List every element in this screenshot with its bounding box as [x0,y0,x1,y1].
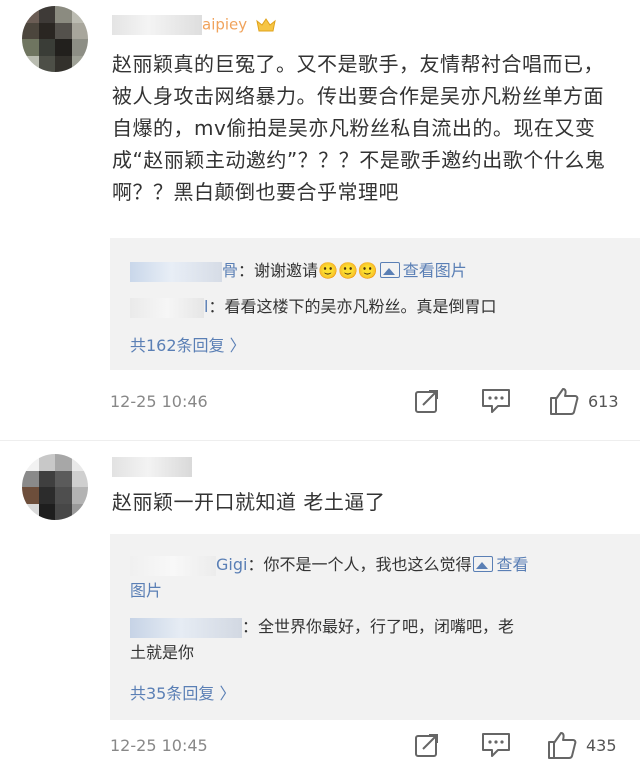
comment-footer: 12-25 10:45 435 [110,730,620,764]
comment-item: aipiey 赵丽颖真的巨冤了。又不是歌手，友情帮衬合唱而已，被人身攻击网络暴力… [0,0,640,430]
more-replies-link[interactable]: 共35条回复 〉 [130,680,235,704]
reply-box[interactable]: Gigi：你不是一个人，我也这么觉得 查看 图片 ：全世界你最好，行了吧，闭嘴吧，… [110,534,640,720]
timestamp: 12-25 10:45 [110,736,208,755]
username-label: aipiey [202,15,248,34]
image-icon [473,556,494,572]
like-count: 435 [586,736,617,755]
thumbs-up-icon[interactable] [546,730,578,764]
reply-item: Gigi：你不是一个人，我也这么觉得 查看 [130,552,626,578]
reply-item-continued: 土就是你 [130,643,195,662]
blurred-name [112,14,202,35]
image-icon [379,262,400,278]
username[interactable] [112,456,192,478]
username[interactable]: aipiey [112,14,277,36]
reply-item: l：看看这楼下的吴亦凡粉丝。真是倒胃口 [130,294,626,320]
blurred-name [130,297,204,318]
timestamp: 12-25 10:46 [110,392,208,411]
divider [0,440,640,441]
reply-box[interactable]: 骨：谢谢邀请🙂🙂🙂 查看图片 l：看看这楼下的吴亦凡粉丝。真是倒胃口 共162条回… [110,238,640,370]
view-image-label: 查看图片 [402,261,467,280]
comment-icon[interactable] [480,386,512,420]
view-image-label: 查看 [496,555,529,574]
like-count: 613 [588,392,619,411]
comment-item: 赵丽颖一开口就知道 老土逼了 Gigi：你不是一个人，我也这么觉得 查看 图片 ：… [0,444,640,763]
avatar[interactable] [22,6,88,72]
comment-text: 赵丽颖真的巨冤了。又不是歌手，友情帮衬合唱而已，被人身攻击网络暴力。传出要合作是… [112,52,606,204]
view-image-link[interactable]: 查看图片 [378,261,467,280]
blurred-name [130,555,216,576]
emoji: 🙂🙂🙂 [318,261,378,280]
comment-icon[interactable] [480,730,512,764]
avatar[interactable] [22,454,88,520]
reply-item: ：全世界你最好，行了吧，闭嘴吧，老 [130,614,626,640]
view-image-label-wrap[interactable]: 图片 [130,581,162,600]
blurred-name [112,456,192,477]
reply-text: ：看看这楼下的吴亦凡粉丝。真是倒胃口 [208,297,497,316]
share-icon[interactable] [412,386,442,420]
comment-footer: 12-25 10:46 613 [110,386,620,420]
reply-author[interactable]: 骨 [222,261,238,280]
reply-author[interactable]: Gigi [216,555,247,574]
reply-item: 骨：谢谢邀请🙂🙂🙂 查看图片 [130,258,626,284]
reply-text: ：谢谢邀请 [238,261,319,280]
view-image-link[interactable]: 查看 [471,555,528,574]
thumbs-up-icon[interactable] [548,386,580,420]
comment-text: 赵丽颖一开口就知道 老土逼了 [112,490,386,514]
reply-item-wrap: 图片 [130,578,626,604]
reply-text: ：全世界你最好，行了吧，闭嘴吧，老 [242,617,515,636]
crown-icon [256,17,277,33]
reply-text: ：你不是一个人，我也这么觉得 [247,555,472,574]
more-replies-link[interactable]: 共162条回复 〉 [130,332,246,356]
blurred-name [130,617,242,638]
share-icon[interactable] [412,730,442,764]
blurred-name [130,261,222,282]
